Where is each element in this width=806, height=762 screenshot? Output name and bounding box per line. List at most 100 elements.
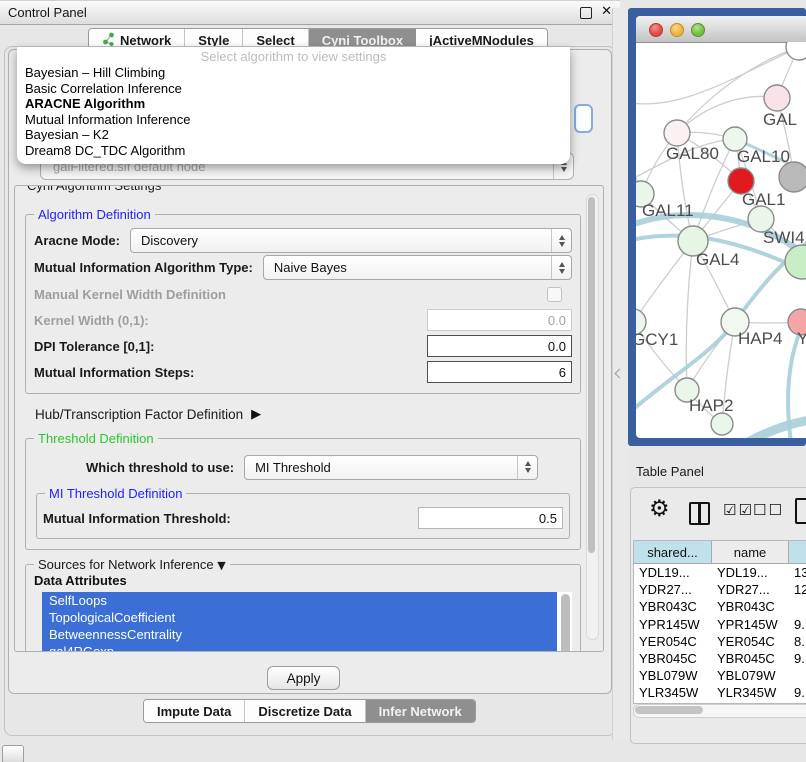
settings-vertical-scrollbar[interactable] bbox=[586, 194, 599, 640]
sources-group: Sources for Network Inference ▼ Data Att… bbox=[25, 564, 581, 652]
network-node[interactable] bbox=[785, 245, 806, 279]
collapse-down-icon[interactable]: ▼ bbox=[217, 559, 225, 572]
attribute-list-scrollbar[interactable] bbox=[561, 594, 570, 652]
which-threshold-combobox[interactable]: MI Threshold bbox=[244, 455, 538, 480]
algorithm-option[interactable]: Dream8 DC_TDC Algorithm bbox=[17, 143, 570, 159]
control-panel-window: Control Panel ✕ Network Style Select Cyn… bbox=[0, 0, 620, 740]
hub-definition-expander[interactable]: Hub/Transcription Factor Definition ▶ bbox=[35, 404, 581, 424]
float-window-icon[interactable] bbox=[580, 7, 592, 19]
network-node[interactable] bbox=[764, 85, 790, 111]
table-cell: 13 bbox=[789, 565, 806, 580]
apply-button[interactable]: Apply bbox=[267, 666, 340, 690]
table-cell: YER054C bbox=[634, 634, 712, 649]
hub-definition-label: Hub/Transcription Factor Definition bbox=[35, 407, 243, 422]
network-node-label: HAP4 bbox=[738, 329, 782, 348]
network-node[interactable] bbox=[664, 120, 690, 146]
select-all-checkboxes-icon[interactable]: ☑☑ bbox=[723, 501, 754, 519]
data-attributes-list: SelfLoopsTopologicalCoefficientBetweenne… bbox=[42, 592, 572, 652]
cyni-algorithm-settings-group: Cyni Algorithm Settings Algorithm Defini… bbox=[14, 185, 604, 652]
algorithm-definition-title: Algorithm Definition bbox=[34, 207, 155, 222]
table-cell: YBL079W bbox=[634, 668, 712, 683]
node-table: shared...nameA YDL19...YDL19...13YDR27..… bbox=[633, 540, 806, 704]
column-header[interactable]: name bbox=[712, 541, 789, 563]
close-panel-icon[interactable]: ✕ bbox=[601, 4, 612, 19]
network-canvas[interactable]: GALGAL80GAL10GAL1GAL11SWI4GAL4GCY1HAP4YH… bbox=[636, 42, 806, 438]
table-row[interactable]: YBL079WYBL079W bbox=[634, 667, 806, 684]
network-view-window: GALGAL80GAL10GAL1GAL11SWI4GAL4GCY1HAP4YH… bbox=[636, 16, 806, 438]
tab-discretize-data[interactable]: Discretize Data bbox=[245, 700, 365, 722]
column-header[interactable]: A bbox=[789, 541, 806, 563]
dpi-tolerance-label: DPI Tolerance [0,1]: bbox=[34, 339, 154, 354]
table-row[interactable]: YDR27...YDR27...12 bbox=[634, 581, 806, 598]
table-cell: YBR045C bbox=[634, 651, 712, 666]
close-window-icon[interactable] bbox=[649, 23, 663, 37]
control-panel-titlebar: Control Panel ✕ bbox=[0, 0, 620, 25]
table-cell: 8. bbox=[789, 634, 806, 649]
network-node-label: GAL80 bbox=[666, 144, 719, 163]
attribute-list-item[interactable]: gal4RGexp bbox=[42, 643, 557, 652]
attribute-list-item[interactable]: TopologicalCoefficient bbox=[42, 609, 557, 626]
network-node[interactable] bbox=[786, 42, 806, 60]
expand-right-icon: ▶ bbox=[251, 407, 261, 422]
network-node[interactable] bbox=[779, 162, 806, 192]
mi-steps-label: Mutual Information Steps: bbox=[34, 365, 194, 380]
tab-infer-network[interactable]: Infer Network bbox=[366, 700, 475, 722]
mi-type-combobox[interactable]: Naive Bayes bbox=[263, 255, 572, 280]
document-icon[interactable] bbox=[795, 498, 806, 524]
zoom-window-icon[interactable] bbox=[691, 23, 705, 37]
splitter-handle-icon bbox=[615, 369, 625, 379]
combo-stepper-icon bbox=[551, 256, 571, 279]
network-node-label: HAP2 bbox=[689, 396, 733, 415]
mi-threshold-label: Mutual Information Threshold: bbox=[43, 511, 231, 526]
algorithm-option[interactable]: Bayesian – Hill Climbing bbox=[17, 65, 570, 81]
table-cell: YER054C bbox=[712, 634, 789, 649]
tab-impute-data[interactable]: Impute Data bbox=[144, 700, 245, 722]
algorithm-option[interactable]: Basic Correlation Inference bbox=[17, 81, 570, 97]
table-row[interactable]: YPR145WYPR145W9. bbox=[634, 616, 806, 633]
sources-group-title: Sources for Network Inference ▼ bbox=[34, 557, 230, 573]
table-cell: YDR27... bbox=[634, 582, 712, 597]
mi-threshold-field[interactable]: 0.5 bbox=[418, 507, 563, 529]
manual-kernel-checkbox[interactable] bbox=[547, 287, 562, 302]
network-node[interactable] bbox=[711, 413, 733, 435]
network-node-label: GAL11 bbox=[642, 201, 694, 220]
network-edge-highlighted[interactable] bbox=[748, 417, 806, 438]
mini-corner-button[interactable] bbox=[2, 745, 24, 762]
table-row[interactable]: YBR045CYBR045C9. bbox=[634, 650, 806, 667]
minimize-window-icon[interactable] bbox=[670, 23, 684, 37]
gear-icon[interactable]: ⚙ bbox=[649, 496, 670, 522]
mi-threshold-group-title: MI Threshold Definition bbox=[45, 486, 186, 501]
table-cell: YBL079W bbox=[712, 668, 789, 683]
algorithm-option[interactable]: Bayesian – K2 bbox=[17, 127, 570, 143]
network-node-label: GAL10 bbox=[737, 147, 790, 166]
mi-steps-field[interactable]: 6 bbox=[427, 361, 572, 383]
algorithm-popup: Select algorithm to view settings Bayesi… bbox=[17, 47, 570, 164]
table-cell: YDL19... bbox=[712, 565, 789, 580]
table-row[interactable]: YDL19...YDL19...13 bbox=[634, 564, 806, 581]
table-row[interactable]: YLR345WYLR345W9. bbox=[634, 684, 806, 701]
table-cell: YBR043C bbox=[634, 599, 712, 614]
aracne-mode-combobox[interactable]: Discovery bbox=[130, 228, 572, 253]
deselect-all-checkboxes-icon[interactable]: ☐☐ bbox=[753, 501, 784, 519]
table-cell: YPR145W bbox=[634, 617, 712, 632]
algorithm-popup-list: Bayesian – Hill ClimbingBasic Correlatio… bbox=[17, 65, 570, 159]
table-row[interactable]: YBR043CYBR043C bbox=[634, 598, 806, 615]
table-horizontal-scrollbar[interactable] bbox=[633, 704, 806, 718]
table-toolbar: ⚙ ☑☑ ☐☐ bbox=[631, 488, 806, 538]
aracne-mode-label: Aracne Mode: bbox=[34, 233, 120, 248]
column-header[interactable]: shared... bbox=[634, 541, 712, 563]
table-header-row: shared...nameA bbox=[634, 541, 806, 564]
kernel-width-field[interactable]: 0.0 bbox=[427, 309, 572, 331]
attribute-list-item[interactable]: SelfLoops bbox=[42, 592, 557, 609]
algorithm-option[interactable]: ARACNE Algorithm bbox=[17, 96, 570, 112]
panel-splitter[interactable] bbox=[612, 8, 629, 740]
network-edge[interactable] bbox=[677, 96, 777, 133]
column-layout-icon[interactable] bbox=[689, 502, 710, 525]
dpi-tolerance-field[interactable]: 0.0 bbox=[427, 335, 572, 357]
kernel-width-label: Kernel Width (0,1): bbox=[34, 313, 149, 328]
network-window-titlebar[interactable] bbox=[636, 16, 806, 43]
table-row[interactable]: YER054CYER054C8. bbox=[634, 633, 806, 650]
attribute-list-item[interactable]: BetweennessCentrality bbox=[42, 626, 557, 643]
data-attributes-label: Data Attributes bbox=[34, 573, 572, 588]
algorithm-option[interactable]: Mutual Information Inference bbox=[17, 112, 570, 128]
